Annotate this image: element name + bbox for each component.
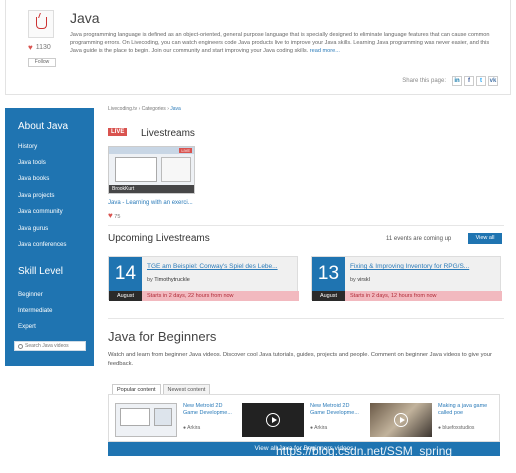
event-by: by [350,277,356,283]
divider [108,225,504,226]
event-card: 14 August TGE am Beispiel: Conway's Spie… [108,256,299,301]
java-logo-icon [28,10,54,38]
user-icon: ● [438,425,442,431]
sidebar-item-java-projects[interactable]: Java projects [18,192,54,199]
page-title: Java [70,10,100,26]
sidebar: About Java History Java tools Java books… [5,108,94,366]
search-input[interactable] [25,343,85,349]
breadcrumb-path[interactable]: Livecoding.tv › Categories › [108,106,169,112]
thumb-live-badge: LIVE [179,148,192,153]
sidebar-item-intermediate[interactable]: Intermediate [18,307,52,314]
sidebar-item-java-community[interactable]: Java community [18,208,63,215]
video-title-link[interactable]: Making a java game called poe [438,403,490,417]
video-author: ● Arkira [183,425,200,431]
likes-counter[interactable]: ♥ 1130 [28,43,51,52]
livestreams-title: Livestreams [141,128,195,139]
event-starts: Starts in 2 days, 22 hours from now [142,291,299,301]
sidebar-item-java-tools[interactable]: Java tools [18,159,46,166]
event-by: by [147,277,153,283]
view-all-button[interactable]: View all [468,233,502,244]
event-day: 14 [109,257,142,291]
starts-prefix: Starts in [147,293,168,299]
search-icon[interactable] [18,343,23,349]
event-month: August [312,291,345,301]
sidebar-item-java-conferences[interactable]: Java conferences [18,241,67,248]
watermark: https://blog.csdn.net/SSM_spring [276,444,453,458]
video-author: ● bluefoxstudios [438,425,474,431]
stream-user: BrookKurt [109,185,194,193]
video-list: New Metroid 2D Game Developme... ● Arkir… [108,394,500,442]
user-icon: ● [183,425,187,431]
user-icon: ● [310,425,314,431]
sidebar-item-java-books[interactable]: Java books [18,175,49,182]
live-badge: LIVE [108,128,128,136]
video-title-link[interactable]: New Metroid 2D Game Developme... [183,403,235,417]
search-box [14,341,86,351]
sidebar-item-beginner[interactable]: Beginner [18,291,43,298]
heart-icon: ♥ [108,211,113,220]
livestream-likes-count: 75 [114,214,121,220]
event-month: August [109,291,142,301]
event-byline: by virskl [350,277,370,283]
video-author-name[interactable]: Arkira [314,425,327,431]
heart-icon: ♥ [28,43,33,52]
divider [108,318,504,319]
beginners-title: Java for Beginners [108,329,217,344]
event-title-link[interactable]: Fixing & Improving Inventory for RPG/S..… [350,263,498,270]
likes-count: 1130 [35,44,51,51]
vk-icon[interactable]: vk [488,76,498,86]
livestream-title-link[interactable]: Java - Learning with an exerci... [108,200,193,206]
about-heading: About Java [18,121,69,132]
event-card: 13 August Fixing & Improving Inventory f… [311,256,502,301]
sidebar-item-history[interactable]: History [18,143,37,150]
video-thumbnail[interactable] [115,403,177,437]
video-author-name[interactable]: Arkira [187,425,200,431]
starts-prefix: Starts in [350,293,371,299]
share-label: Share this page: [402,78,446,84]
livestream-likes: ♥ 75 [108,211,120,220]
upcoming-title: Upcoming Livestreams [108,233,210,244]
play-icon[interactable] [394,413,408,427]
events-count: 11 events are coming up [386,236,452,242]
breadcrumb-current[interactable]: Java [170,106,181,112]
video-author: ● Arkira [310,425,327,431]
skill-level-heading: Skill Level [18,266,64,277]
share-bar: Share this page: in f t vk [402,76,498,86]
breadcrumb: Livecoding.tv › Categories › Java [108,106,181,112]
beginners-description: Watch and learn from beginner Java video… [108,352,492,367]
starts-time: 2 days, 12 hours from now [371,293,437,299]
video-title-link[interactable]: New Metroid 2D Game Developme... [310,403,362,417]
event-byline: by Timothytruckle [147,277,190,283]
event-day: 13 [312,257,345,291]
event-author[interactable]: Timothytruckle [154,277,190,283]
sidebar-item-expert[interactable]: Expert [18,323,36,330]
starts-time: 2 days, 22 hours from now [168,293,234,299]
event-starts: Starts in 2 days, 12 hours from now [345,291,502,301]
video-thumbnail[interactable] [242,403,304,437]
livestream-thumbnail[interactable]: LIVE BrookKurt [108,146,195,194]
sidebar-item-java-gurus[interactable]: Java gurus [18,225,48,232]
twitter-icon[interactable]: t [476,76,486,86]
topic-description: Java programming language is defined as … [70,31,498,55]
video-thumbnail[interactable] [370,403,432,437]
play-icon[interactable] [266,413,280,427]
description-text: Java programming language is defined as … [70,32,490,54]
follow-button[interactable]: Follow [28,58,56,67]
page: ♥ 1130 Follow Java Java programming lang… [0,0,516,473]
video-author-name[interactable]: bluefoxstudios [442,425,474,431]
linkedin-icon[interactable]: in [452,76,462,86]
event-author[interactable]: virskl [357,277,370,283]
facebook-icon[interactable]: f [464,76,474,86]
topic-header: ♥ 1130 Follow Java Java programming lang… [5,0,511,95]
read-more-link[interactable]: read more... [310,48,340,54]
event-title-link[interactable]: TGE am Beispiel: Conway's Spiel des Lebe… [147,263,295,270]
